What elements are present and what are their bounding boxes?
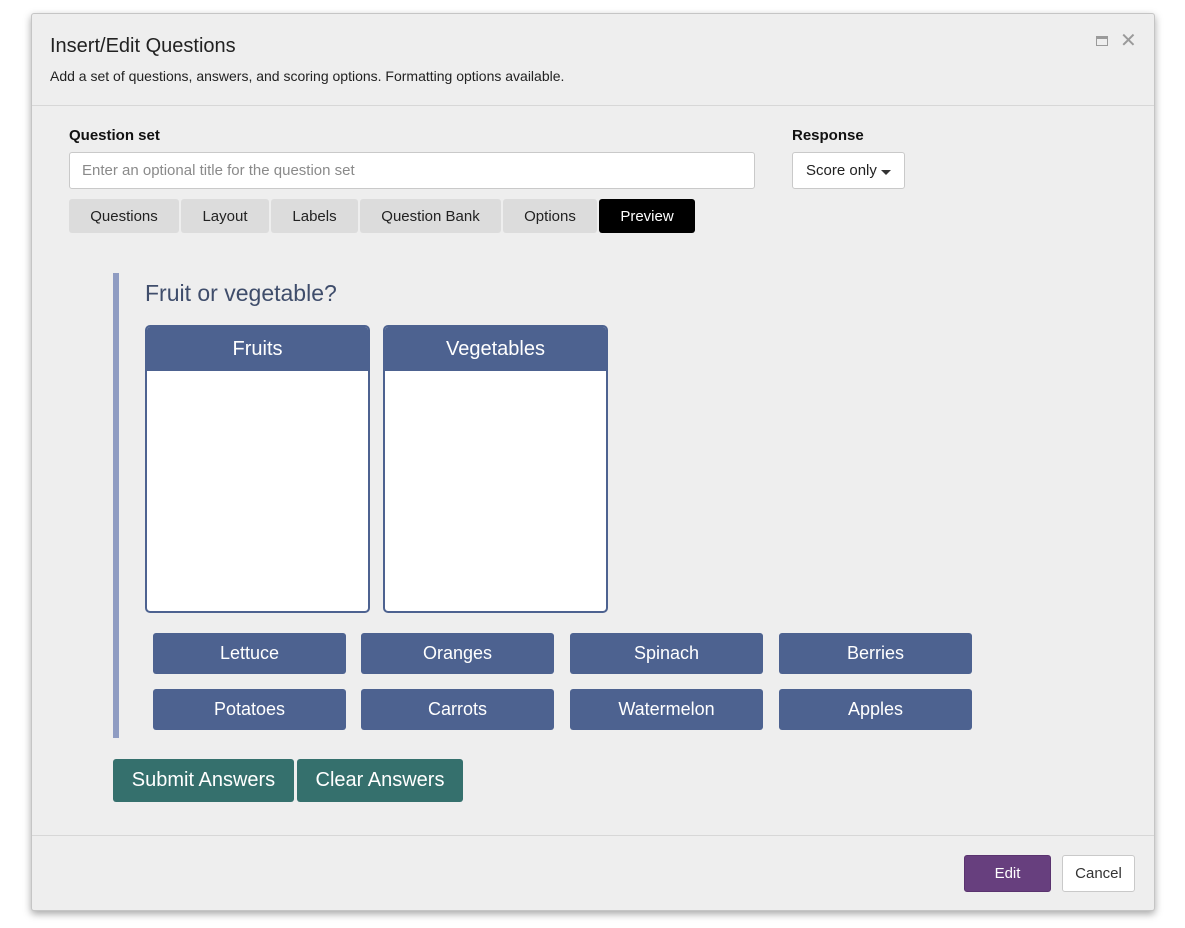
drag-item-potatoes[interactable]: Potatoes	[153, 689, 346, 730]
drag-item-berries[interactable]: Berries	[779, 633, 972, 674]
question-set-label: Question set	[69, 127, 160, 144]
editor-tabs: Questions Layout Labels Question Bank Op…	[69, 199, 697, 233]
tab-labels[interactable]: Labels	[271, 199, 358, 233]
drag-item-spinach[interactable]: Spinach	[570, 633, 763, 674]
tab-questions[interactable]: Questions	[69, 199, 179, 233]
cancel-button[interactable]: Cancel	[1062, 855, 1135, 892]
tab-options[interactable]: Options	[503, 199, 597, 233]
tab-preview[interactable]: Preview	[599, 199, 695, 233]
question-title: Fruit or vegetable?	[145, 280, 337, 306]
response-selected-value: Score only	[806, 162, 877, 179]
bucket-header: Vegetables	[385, 327, 606, 371]
dialog-footer: Edit Cancel	[32, 835, 1154, 911]
bucket-vegetables[interactable]: Vegetables	[383, 325, 608, 613]
tab-layout[interactable]: Layout	[181, 199, 269, 233]
maximize-icon[interactable]	[1096, 36, 1108, 46]
response-dropdown[interactable]: Score only	[792, 152, 905, 189]
question-preview: Fruit or vegetable? Fruits Vegetables Le…	[113, 273, 1019, 738]
bucket-header: Fruits	[147, 327, 368, 371]
drag-item-watermelon[interactable]: Watermelon	[570, 689, 763, 730]
drag-item-lettuce[interactable]: Lettuce	[153, 633, 346, 674]
tab-question-bank[interactable]: Question Bank	[360, 199, 501, 233]
clear-answers-button[interactable]: Clear Answers	[297, 759, 463, 802]
bucket-fruits[interactable]: Fruits	[145, 325, 370, 613]
drag-item-carrots[interactable]: Carrots	[361, 689, 554, 730]
submit-answers-button[interactable]: Submit Answers	[113, 759, 294, 802]
edit-button[interactable]: Edit	[964, 855, 1051, 892]
drag-item-apples[interactable]: Apples	[779, 689, 972, 730]
dialog-header: Insert/Edit Questions Add a set of quest…	[32, 14, 1154, 106]
dialog-subtitle: Add a set of questions, answers, and sco…	[50, 68, 565, 84]
dialog-title: Insert/Edit Questions	[50, 35, 236, 57]
response-label: Response	[792, 127, 864, 144]
drag-item-oranges[interactable]: Oranges	[361, 633, 554, 674]
question-set-title-input[interactable]	[69, 152, 755, 189]
close-icon[interactable]: ✕	[1120, 31, 1137, 51]
caret-down-icon	[880, 169, 891, 175]
insert-edit-questions-dialog: Insert/Edit Questions Add a set of quest…	[31, 13, 1155, 911]
